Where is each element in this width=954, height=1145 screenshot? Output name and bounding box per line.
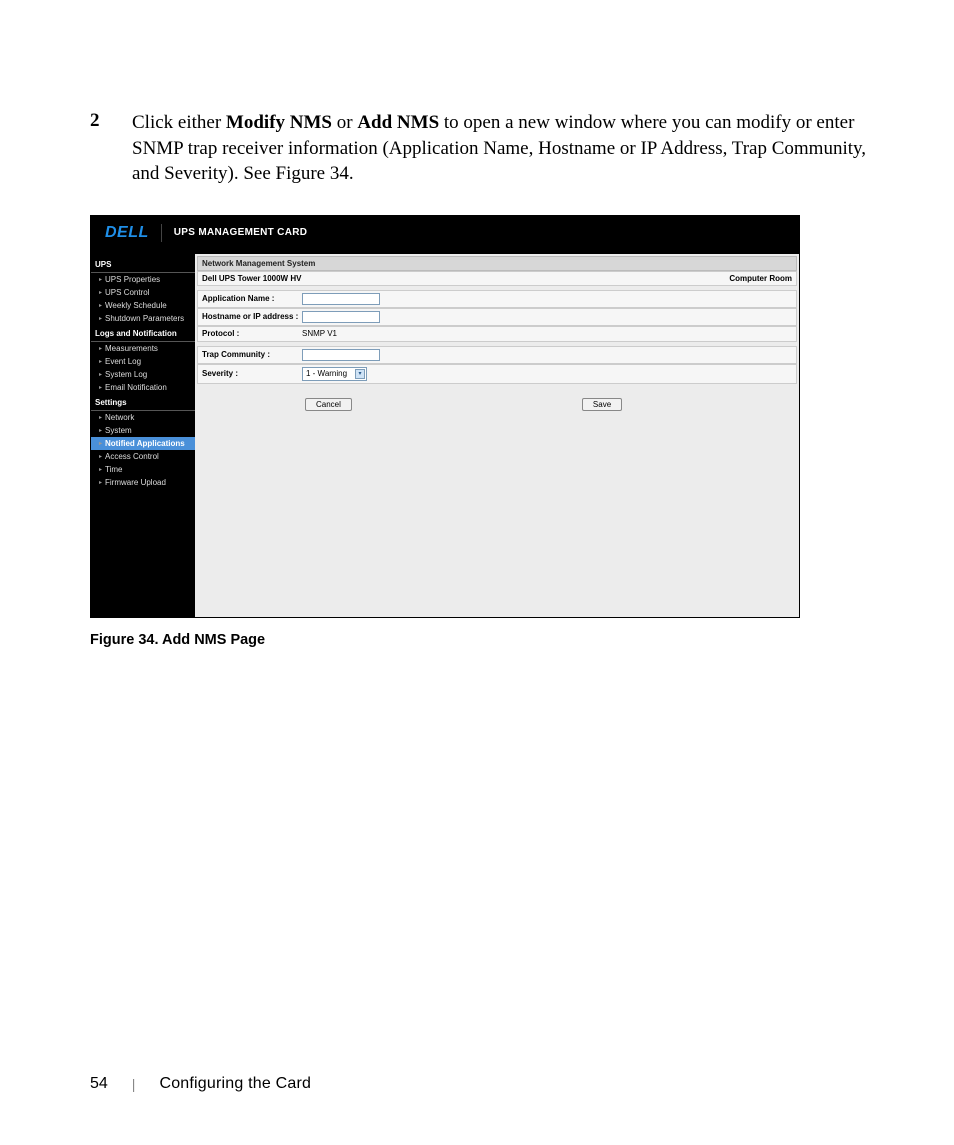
nav-heading-logs: Logs and Notification <box>91 325 195 342</box>
screenshot-header: DELL UPS MANAGEMENT CARD <box>91 216 799 254</box>
row-application-name: Application Name : <box>197 290 797 308</box>
nav-system-log[interactable]: System Log <box>91 368 195 381</box>
device-name: Dell UPS Tower 1000W HV <box>202 274 301 283</box>
nav-network[interactable]: Network <box>91 411 195 424</box>
nav-notified-applications[interactable]: Notified Applications <box>91 437 195 450</box>
chevron-down-icon: ▾ <box>355 369 365 379</box>
nav-ups-control[interactable]: UPS Control <box>91 286 195 299</box>
nav-event-log[interactable]: Event Log <box>91 355 195 368</box>
nav-measurements[interactable]: Measurements <box>91 342 195 355</box>
step-pre: Click either <box>132 112 226 133</box>
step-mid: or <box>332 112 357 133</box>
screenshot-frame: DELL UPS MANAGEMENT CARD UPS UPS Propert… <box>90 215 800 618</box>
label-hostname: Hostname or IP address : <box>202 312 302 321</box>
nav-firmware-upload[interactable]: Firmware Upload <box>91 476 195 489</box>
footer-separator: | <box>132 1076 136 1092</box>
input-trap-community[interactable] <box>302 349 380 361</box>
nav-heading-ups: UPS <box>91 256 195 273</box>
page-number: 54 <box>90 1075 108 1093</box>
step-text: Click either Modify NMS or Add NMS to op… <box>132 110 894 187</box>
cancel-button[interactable]: Cancel <box>305 398 352 411</box>
row-protocol: Protocol : SNMP V1 <box>197 326 797 342</box>
nav-access-control[interactable]: Access Control <box>91 450 195 463</box>
button-row: Cancel Save <box>195 384 799 417</box>
nav-ups-properties[interactable]: UPS Properties <box>91 273 195 286</box>
figure-caption: Figure 34. Add NMS Page <box>90 632 894 648</box>
device-bar: Dell UPS Tower 1000W HV Computer Room <box>197 271 797 286</box>
nav-heading-settings: Settings <box>91 394 195 411</box>
step-bold-1: Modify NMS <box>226 112 332 133</box>
nav-email-notification[interactable]: Email Notification <box>91 381 195 394</box>
select-severity[interactable]: 1 - Warning ▾ <box>302 367 367 381</box>
input-hostname[interactable] <box>302 311 380 323</box>
content-pane: Network Management System Dell UPS Tower… <box>195 254 799 617</box>
label-protocol: Protocol : <box>202 329 302 338</box>
room-label: Computer Room <box>729 274 792 283</box>
label-application-name: Application Name : <box>202 294 302 303</box>
section-title: Network Management System <box>197 256 797 271</box>
row-hostname: Hostname or IP address : <box>197 308 797 326</box>
row-trap-community: Trap Community : <box>197 346 797 364</box>
dell-logo: DELL <box>105 224 162 242</box>
step-bold-2: Add NMS <box>357 112 439 133</box>
page-footer: 54 | Configuring the Card <box>90 1075 311 1093</box>
nav-system[interactable]: System <box>91 424 195 437</box>
value-protocol: SNMP V1 <box>302 329 337 338</box>
input-application-name[interactable] <box>302 293 380 305</box>
nav-shutdown-parameters[interactable]: Shutdown Parameters <box>91 312 195 325</box>
save-button[interactable]: Save <box>582 398 622 411</box>
label-severity: Severity : <box>202 369 302 378</box>
label-trap-community: Trap Community : <box>202 350 302 359</box>
nav-weekly-schedule[interactable]: Weekly Schedule <box>91 299 195 312</box>
select-severity-value: 1 - Warning <box>306 369 347 378</box>
step-number: 2 <box>90 110 132 187</box>
product-title: UPS MANAGEMENT CARD <box>174 227 307 238</box>
row-severity: Severity : 1 - Warning ▾ <box>197 364 797 384</box>
sidebar: UPS UPS Properties UPS Control Weekly Sc… <box>91 254 195 617</box>
nav-time[interactable]: Time <box>91 463 195 476</box>
step-2: 2 Click either Modify NMS or Add NMS to … <box>90 110 894 187</box>
footer-section-title: Configuring the Card <box>159 1075 311 1093</box>
